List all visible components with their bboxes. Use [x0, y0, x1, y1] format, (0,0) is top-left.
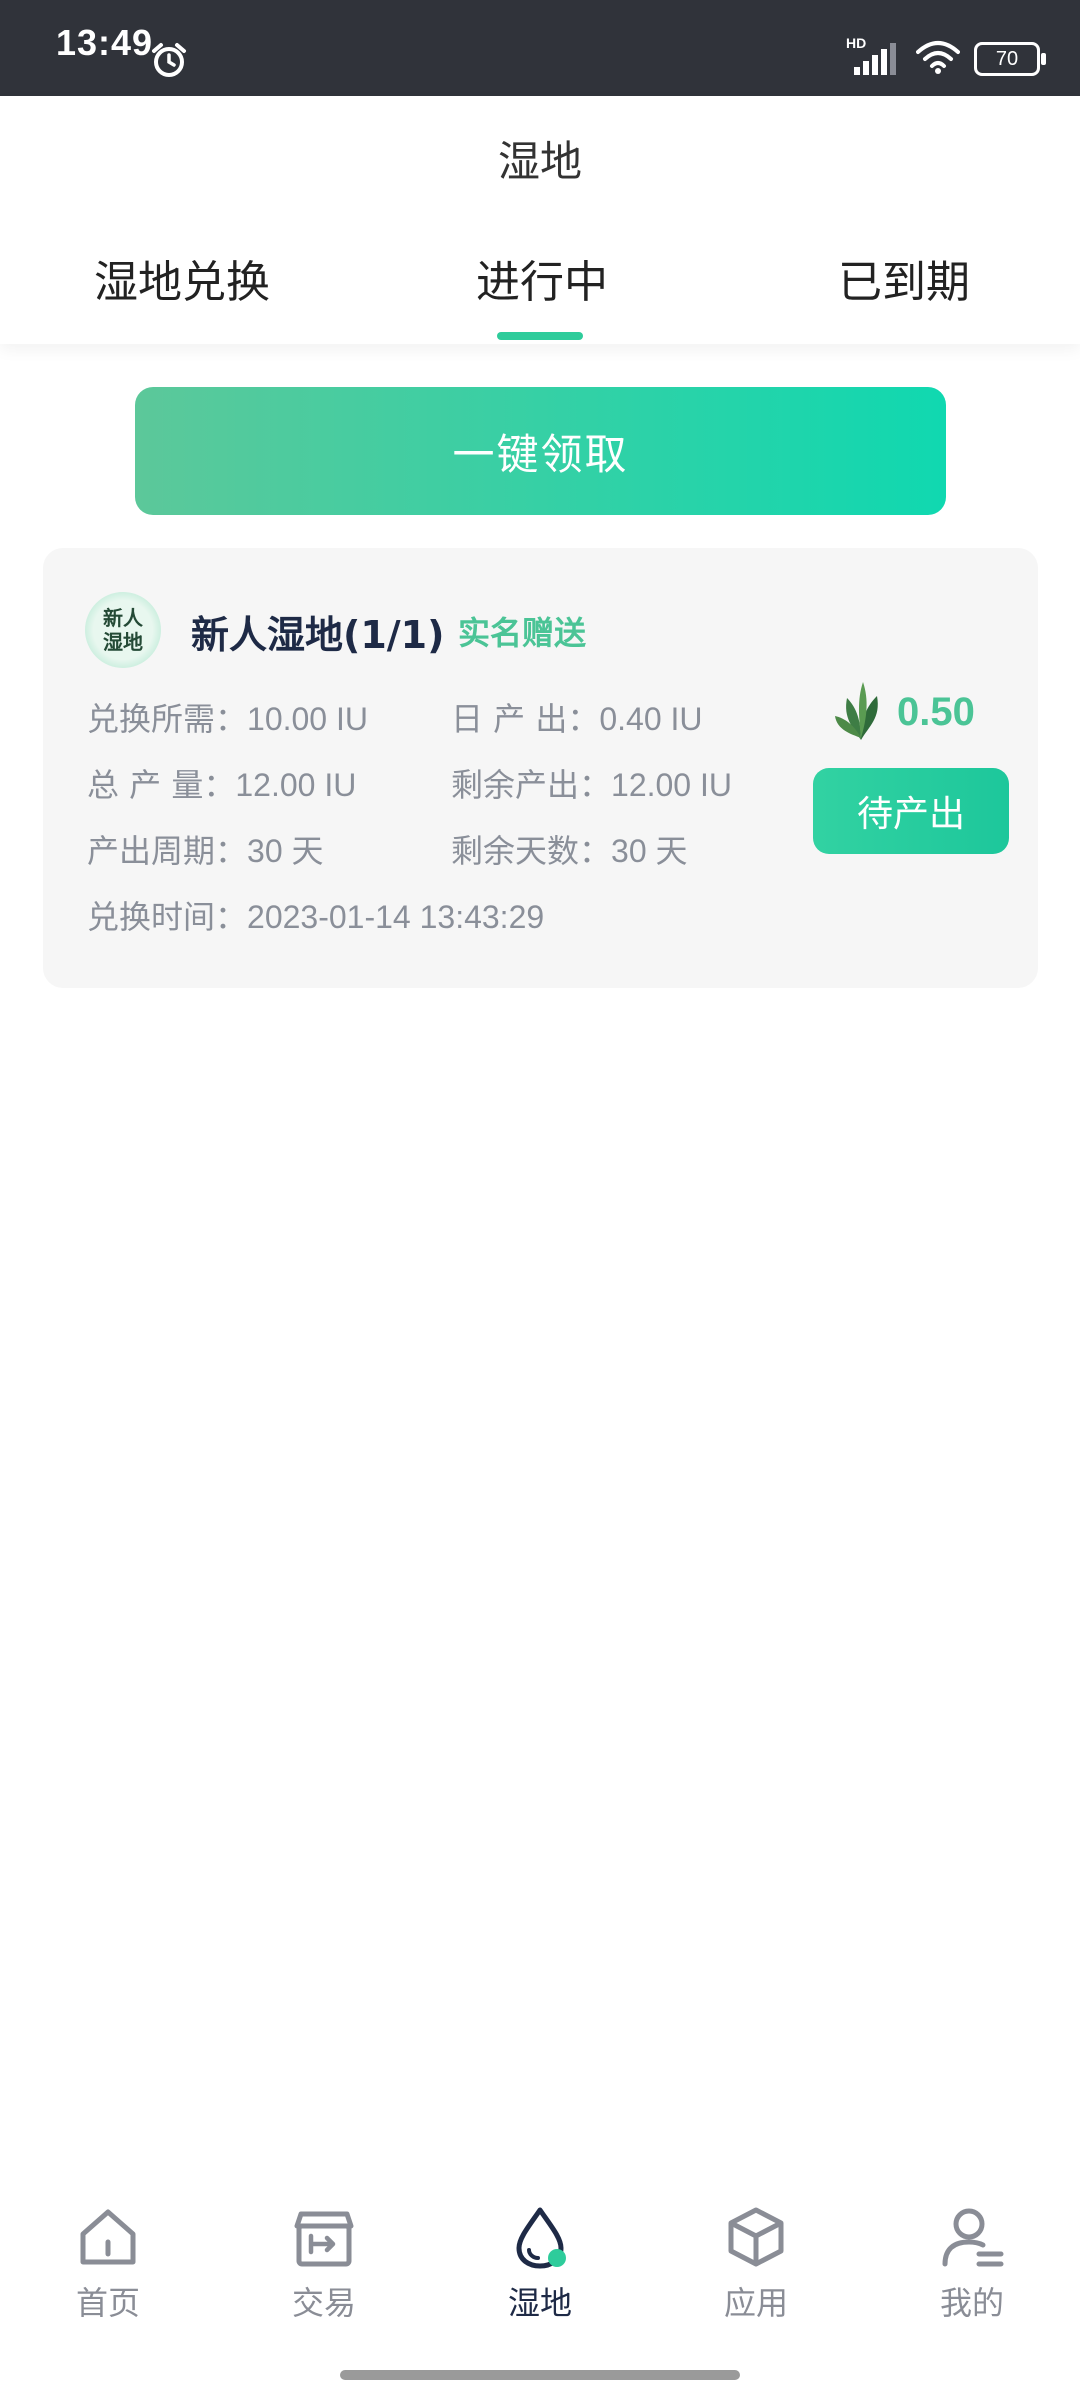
- total-output-label: 总 产 量：: [87, 766, 236, 804]
- daily-output-label: 日 产 出：: [451, 700, 600, 738]
- nav-label-home: 首页: [75, 2284, 140, 2322]
- battery-icon: 70: [974, 42, 1046, 76]
- daily-amount: 0.50: [897, 689, 975, 734]
- signal-icon: HD: [846, 35, 902, 77]
- exchange-time-row: 兑换时间：2023-01-14 13:43:29: [87, 892, 544, 938]
- card-title: 新人湿地(1/1): [191, 613, 445, 657]
- remaining-output-value: 12.00 IU: [611, 767, 732, 803]
- cycle-value: 30 天: [247, 833, 324, 869]
- nav-label-wetland: 湿地: [507, 2284, 572, 2322]
- nav-label-apps: 应用: [723, 2284, 788, 2322]
- nav-item-wetland[interactable]: 湿地: [480, 2204, 600, 2324]
- status-time: 13:49: [56, 22, 154, 63]
- wifi-icon: [916, 40, 960, 78]
- daily-output-value: 0.40 IU: [599, 701, 703, 737]
- remaining-output-row: 剩余产出：12.00 IU: [451, 760, 732, 806]
- user-icon: [939, 2204, 1005, 2274]
- remaining-days-row: 剩余天数：30 天: [451, 826, 688, 872]
- wetland-avatar: 新人 湿地: [85, 592, 161, 668]
- amount-display: 0.50: [833, 678, 975, 746]
- trade-icon: [291, 2204, 357, 2274]
- leaf-icon: [833, 678, 889, 746]
- remaining-days-label: 剩余天数：: [451, 832, 612, 870]
- water-drop-icon: [507, 2204, 573, 2274]
- header: 湿地 湿地兑换 进行中 已到期: [0, 96, 1080, 344]
- tab-expired[interactable]: 已到期: [838, 246, 970, 310]
- nav-item-me[interactable]: 我的: [912, 2204, 1032, 2324]
- avatar-text-line1: 新人: [103, 606, 143, 630]
- card-tag: 实名赠送: [458, 614, 587, 652]
- status-bar: 13:49 HD 70: [0, 0, 1080, 96]
- nav-item-apps[interactable]: 应用: [696, 2204, 816, 2324]
- page-title: 湿地: [497, 137, 582, 186]
- nav-item-trade[interactable]: 交易: [264, 2204, 384, 2324]
- cycle-row: 产出周期：30 天: [87, 826, 324, 872]
- active-tab-indicator: [497, 332, 583, 340]
- home-indicator[interactable]: [340, 2370, 740, 2380]
- nav-label-trade: 交易: [291, 2284, 356, 2322]
- cycle-label: 产出周期：: [87, 832, 248, 870]
- exchange-time-value: 2023-01-14 13:43:29: [247, 899, 545, 935]
- remaining-output-label: 剩余产出：: [451, 766, 612, 804]
- bottom-nav: 首页 交易 湿地 应用 我的: [0, 2180, 1080, 2340]
- cube-icon: [723, 2204, 789, 2274]
- remaining-days-value: 30 天: [611, 833, 688, 869]
- claim-all-button[interactable]: 一键领取: [135, 387, 946, 515]
- alarm-icon: [150, 42, 188, 84]
- tab-wetland-exchange[interactable]: 湿地兑换: [94, 246, 270, 310]
- exchange-required-label: 兑换所需：: [87, 700, 248, 738]
- nav-label-me: 我的: [939, 2284, 1004, 2322]
- exchange-required-value: 10.00 IU: [247, 701, 368, 737]
- tab-in-progress[interactable]: 进行中: [476, 246, 608, 310]
- avatar-text-line2: 湿地: [103, 630, 143, 654]
- nav-item-home[interactable]: 首页: [48, 2204, 168, 2324]
- tab-bar: 湿地兑换 进行中 已到期: [0, 246, 1080, 344]
- exchange-required-row: 兑换所需：10.00 IU: [87, 694, 368, 740]
- daily-output-row: 日 产 出：0.40 IU: [451, 694, 703, 740]
- wetland-card: 新人 湿地 新人湿地(1/1) 实名赠送 兑换所需：10.00 IU 日 产 出…: [43, 548, 1038, 988]
- pending-output-button[interactable]: 待产出: [813, 768, 1009, 854]
- exchange-time-label: 兑换时间：: [87, 898, 248, 936]
- home-icon: [75, 2204, 141, 2274]
- total-output-row: 总 产 量：12.00 IU: [87, 760, 356, 806]
- total-output-value: 12.00 IU: [235, 767, 357, 803]
